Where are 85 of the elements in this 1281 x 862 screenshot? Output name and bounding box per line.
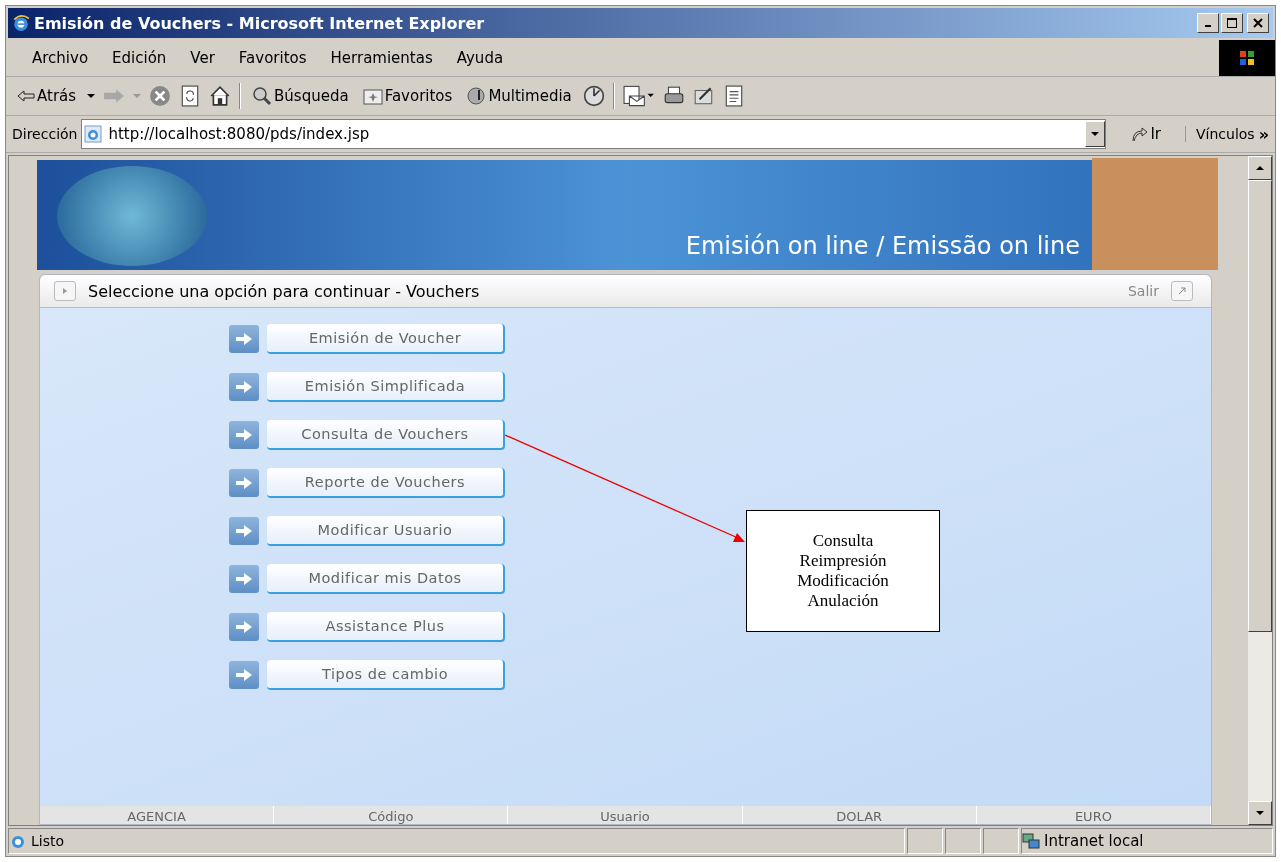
column-header: EURO <box>976 806 1211 824</box>
address-field[interactable]: http://localhost:8080/pds/index.jsp <box>81 119 1107 149</box>
windows-logo-icon <box>1219 40 1275 76</box>
menu-item[interactable]: Ayuda <box>444 49 516 67</box>
arrow-icon <box>236 429 252 441</box>
banner-title: Emisión on line / Emissão on line <box>684 232 1081 262</box>
arrow-icon <box>236 381 252 393</box>
arrow-button[interactable] <box>229 517 259 545</box>
minimize-icon <box>1205 25 1211 27</box>
arrow-button[interactable] <box>229 325 259 353</box>
links-button[interactable]: Vínculos <box>1185 126 1255 142</box>
menu-option-button[interactable]: Tipos de cambio <box>267 660 505 690</box>
up-caret-icon <box>1256 166 1264 170</box>
caret-icon <box>1091 132 1100 136</box>
maximize-icon <box>1227 18 1237 28</box>
menu-item[interactable]: Archivo <box>20 49 101 67</box>
stop-icon[interactable] <box>149 85 172 107</box>
arrow-button[interactable] <box>229 421 259 449</box>
status-text: Listo <box>31 833 65 849</box>
status-panel <box>983 828 1019 854</box>
browser-logo-icon <box>12 14 30 32</box>
menu-option-button[interactable]: Consulta de Vouchers <box>267 420 505 450</box>
menu-option-button[interactable]: Assistance Plus <box>267 612 505 642</box>
arrow-button[interactable] <box>229 565 259 593</box>
address-label: Dirección <box>12 126 78 142</box>
arrow-icon <box>236 573 252 585</box>
status-panel <box>907 828 943 854</box>
more-chevron[interactable]: » <box>1258 124 1275 144</box>
menu-item[interactable]: Favoritos <box>226 49 319 67</box>
disc-icon <box>466 86 487 106</box>
menu-option-button[interactable]: Emisión de Voucher <box>267 324 505 354</box>
menu-option-button[interactable]: Modificar Usuario <box>267 516 505 546</box>
arrow-button[interactable] <box>229 613 259 641</box>
column-header: Código <box>274 806 509 824</box>
dropdown-caret-icon[interactable] <box>87 94 96 98</box>
menu-option-button[interactable]: Emisión Simplificada <box>267 372 505 402</box>
arrow-button[interactable] <box>229 661 259 689</box>
column-header: Usuario <box>508 806 743 824</box>
window-title: Emisión de Vouchers - Microsoft Internet Explorer <box>34 13 486 33</box>
arrow-icon <box>236 477 252 489</box>
status-panel <box>945 828 981 854</box>
scroll-thumb[interactable] <box>1248 180 1272 632</box>
annotation-text: Reimpresión <box>799 551 887 571</box>
search-button[interactable]: Búsqueda <box>249 86 352 106</box>
edit-icon[interactable] <box>692 85 715 107</box>
back-button[interactable]: Atrás <box>14 87 80 105</box>
close-icon <box>1253 18 1263 28</box>
triangle-icon <box>63 288 67 294</box>
page-icon <box>84 125 103 143</box>
arrow-button[interactable] <box>229 469 259 497</box>
menu-item[interactable]: Herramientas <box>318 49 445 67</box>
intranet-icon <box>1022 832 1040 850</box>
media-button[interactable]: Multimedia <box>463 86 575 106</box>
go-button[interactable]: Ir <box>1110 125 1181 143</box>
home-icon[interactable] <box>209 85 232 107</box>
arrow-button[interactable] <box>229 373 259 401</box>
arrow-icon <box>236 333 252 345</box>
annotation-text: Modificación <box>797 571 889 591</box>
arrow-icon <box>236 621 252 633</box>
column-header: DOLAR <box>742 806 977 824</box>
menu-option-button[interactable]: Modificar mis Datos <box>267 564 505 594</box>
close-button[interactable] <box>1247 13 1269 33</box>
arrow-icon <box>236 525 252 537</box>
menu-item[interactable]: Edición <box>100 49 179 67</box>
menu-option-button[interactable]: Reporte de Vouchers <box>267 468 505 498</box>
annotation-text: Consulta <box>812 531 874 551</box>
column-header: AGENCIA <box>40 806 275 824</box>
security-zone: Intranet local <box>1044 832 1144 850</box>
history-clock-icon[interactable] <box>582 85 605 107</box>
arrow-icon <box>236 669 252 681</box>
vertical-scrollbar[interactable] <box>1248 156 1272 825</box>
dropdown-button[interactable] <box>1085 121 1106 147</box>
scroll-down-button[interactable] <box>1248 801 1272 825</box>
panel-title: Seleccione una opción para continuar - Vouchers <box>88 281 481 301</box>
back-arrow-icon <box>17 90 35 102</box>
annotation-text: Anulación <box>807 591 879 611</box>
maximize-button[interactable] <box>1221 13 1243 33</box>
favorites-button[interactable]: Favoritos <box>359 87 456 105</box>
mail-icon[interactable] <box>622 85 655 107</box>
menu-item[interactable]: Ver <box>178 49 227 67</box>
search-icon <box>252 86 273 106</box>
scroll-up-button[interactable] <box>1248 156 1272 180</box>
diagonal-arrow-icon <box>1178 287 1186 295</box>
down-caret-icon <box>1256 811 1264 815</box>
minimize-button[interactable] <box>1197 13 1219 33</box>
